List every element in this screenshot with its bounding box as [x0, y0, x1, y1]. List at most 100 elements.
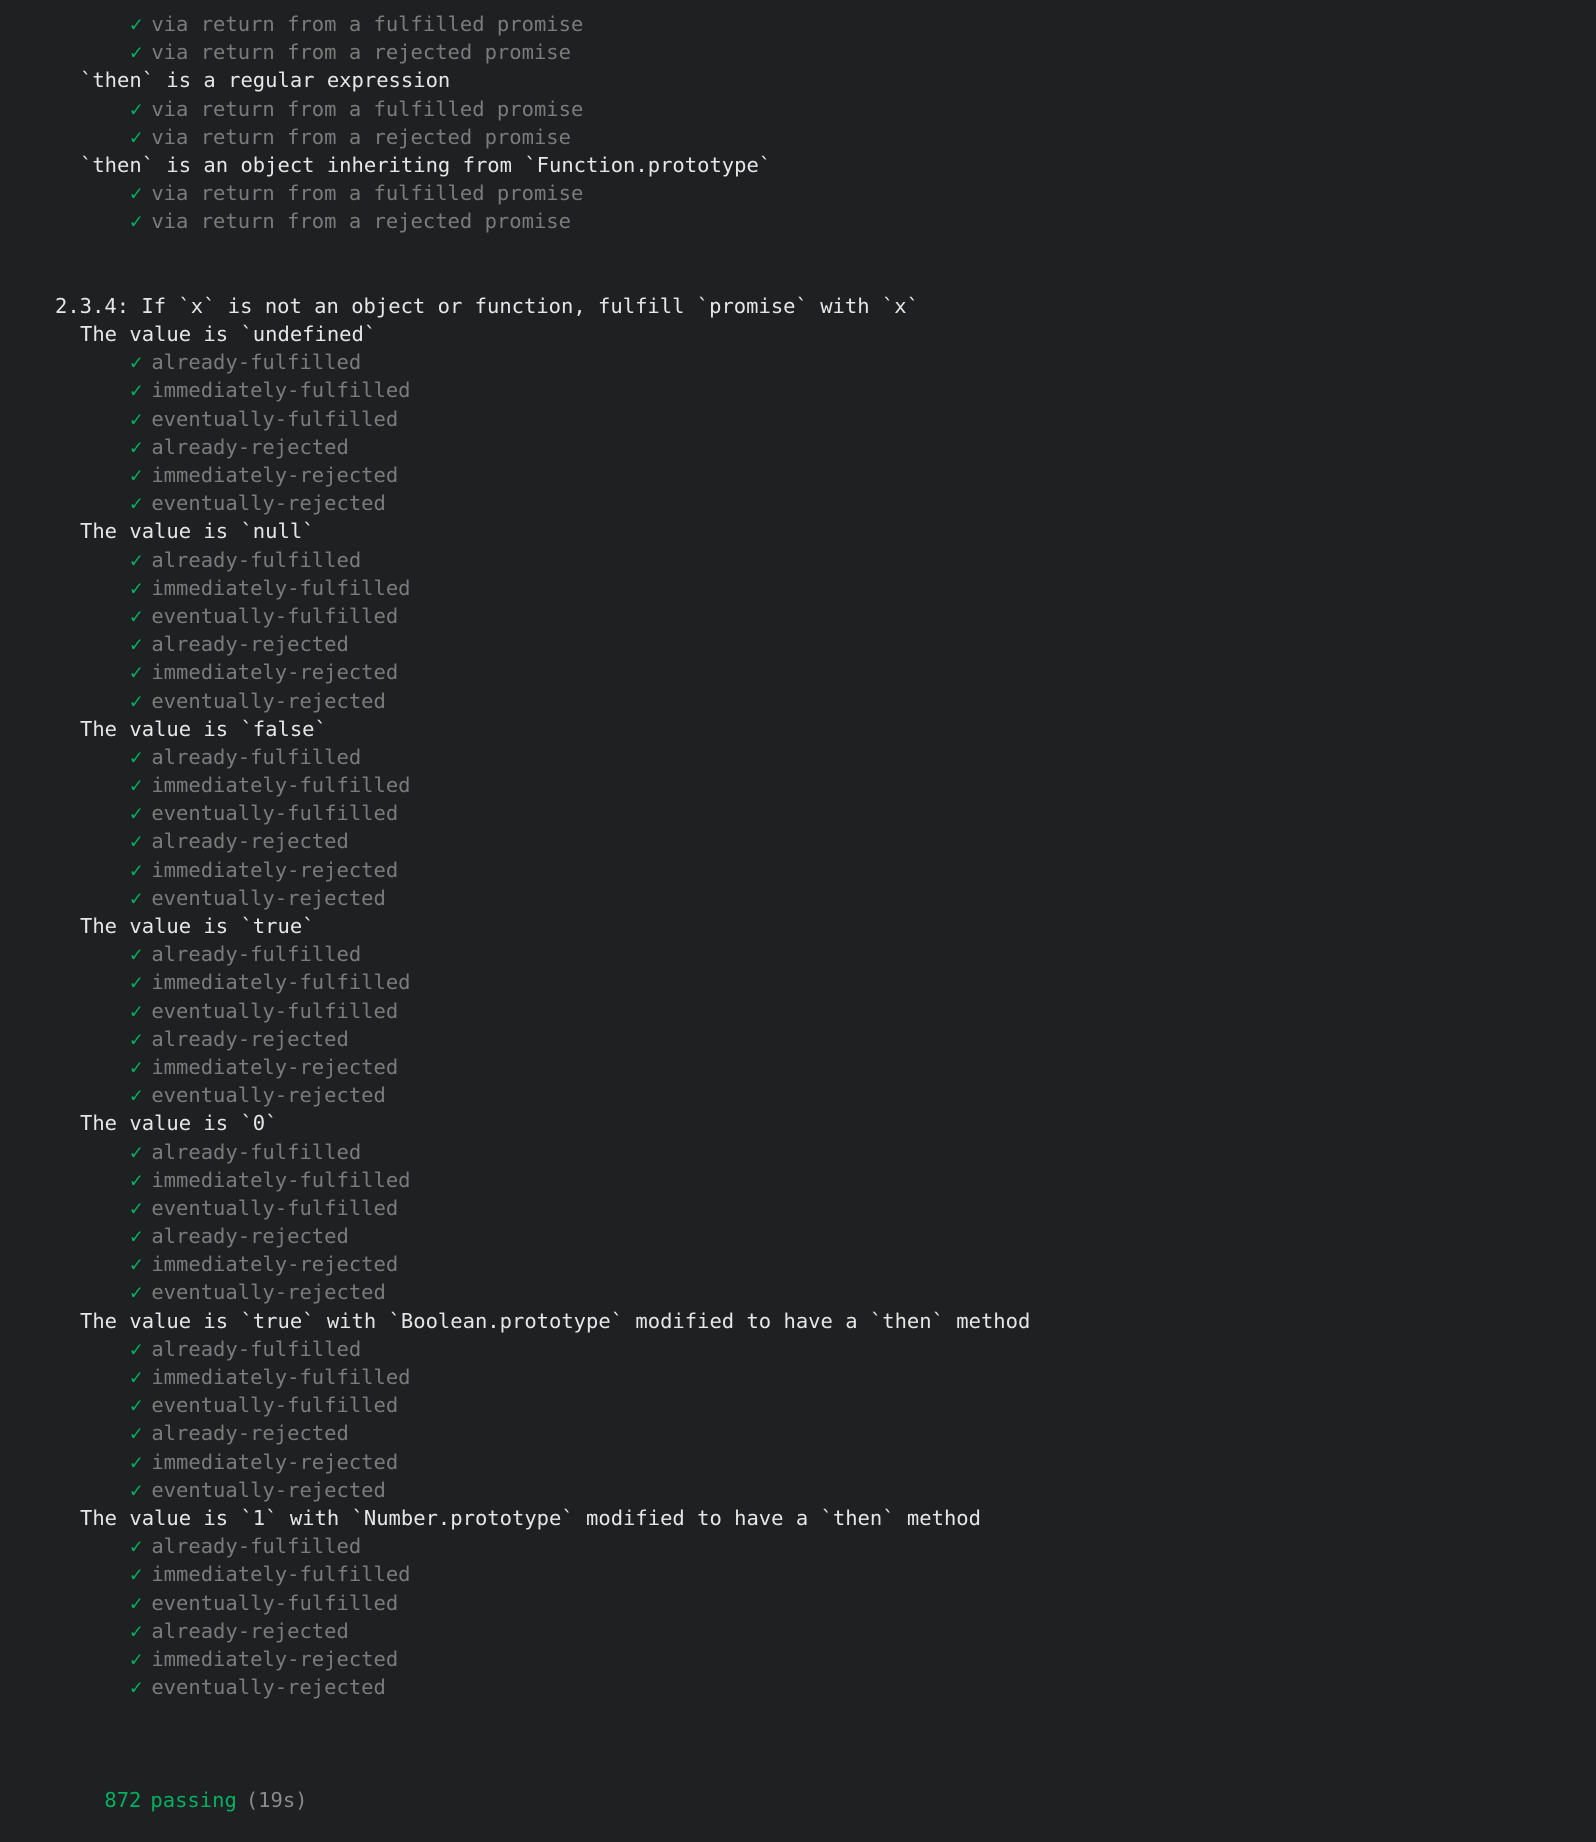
check-icon: ✓: [130, 1224, 143, 1249]
test-result-pass: ✓ eventually-fulfilled: [0, 997, 1596, 1025]
test-result-pass: ✓ eventually-fulfilled: [0, 602, 1596, 630]
check-icon: ✓: [130, 96, 143, 121]
test-result-pass: ✓ immediately-fulfilled: [0, 771, 1596, 799]
check-icon: ✓: [130, 1280, 143, 1305]
test-title: already-fulfilled: [151, 942, 362, 967]
test-result-pass: ✓ eventually-fulfilled: [0, 405, 1596, 433]
test-result-pass: ✓ eventually-rejected: [0, 1673, 1596, 1701]
test-title: eventually-fulfilled: [151, 1393, 399, 1418]
check-icon: ✓: [130, 1646, 143, 1671]
check-icon: ✓: [130, 773, 143, 798]
test-title: already-rejected: [151, 434, 349, 459]
test-title: already-fulfilled: [151, 744, 362, 769]
check-icon: ✓: [130, 998, 143, 1023]
check-icon: ✓: [130, 1477, 143, 1502]
test-summary: 872 passing (19s): [0, 1758, 1596, 1812]
check-icon: ✓: [130, 1083, 143, 1108]
test-result-pass: ✓ already-fulfilled: [0, 1138, 1596, 1166]
check-icon: ✓: [130, 1054, 143, 1079]
test-result-pass: ✓ eventually-fulfilled: [0, 1194, 1596, 1222]
test-title: already-rejected: [151, 1026, 349, 1051]
check-icon: ✓: [130, 632, 143, 657]
check-icon: ✓: [130, 12, 143, 36]
test-result-pass: ✓ already-rejected: [0, 1025, 1596, 1053]
test-result-pass: ✓ eventually-rejected: [0, 1081, 1596, 1109]
test-result-pass: ✓ immediately-rejected: [0, 1645, 1596, 1673]
test-title: eventually-rejected: [151, 1280, 386, 1305]
check-icon: ✓: [130, 124, 143, 149]
test-title: eventually-fulfilled: [151, 1590, 399, 1615]
suite-title-line: The value is `null`: [0, 517, 1596, 545]
check-icon: ✓: [130, 575, 143, 600]
check-icon: ✓: [130, 491, 143, 516]
test-result-pass: ✓ already-fulfilled: [0, 743, 1596, 771]
suite-title: `then` is a regular expression: [80, 68, 451, 93]
test-result-pass: ✓ already-rejected: [0, 1419, 1596, 1447]
suite-title: 2.3.4: If `x` is not an object or functi…: [55, 293, 919, 318]
test-title: eventually-fulfilled: [151, 801, 399, 826]
test-title: immediately-rejected: [151, 1252, 399, 1277]
test-result-pass: ✓ already-rejected: [0, 1222, 1596, 1250]
test-title: eventually-rejected: [151, 1477, 386, 1502]
suite-title-line: The value is `true`: [0, 912, 1596, 940]
test-title: already-rejected: [151, 829, 349, 854]
test-title: via return from a fulfilled promise: [151, 12, 584, 36]
test-title: via return from a rejected promise: [151, 209, 571, 234]
suite-title: The value is `false`: [80, 716, 327, 741]
test-title: already-fulfilled: [151, 1534, 362, 1559]
check-icon: ✓: [130, 1534, 143, 1559]
check-icon: ✓: [130, 1252, 143, 1277]
test-title: immediately-fulfilled: [151, 1365, 411, 1389]
test-result-pass: ✓ already-fulfilled: [0, 940, 1596, 968]
test-title: via return from a rejected promise: [151, 124, 571, 149]
test-result-pass: ✓ already-fulfilled: [0, 546, 1596, 574]
check-icon: ✓: [130, 406, 143, 431]
check-icon: ✓: [130, 1618, 143, 1643]
check-icon: ✓: [130, 744, 143, 769]
test-result-pass: ✓ eventually-rejected: [0, 489, 1596, 517]
check-icon: ✓: [130, 350, 143, 375]
suite-title: The value is `true` with `Boolean.protot…: [80, 1308, 1031, 1333]
test-title: immediately-fulfilled: [151, 1167, 411, 1192]
check-icon: ✓: [130, 1393, 143, 1418]
check-icon: ✓: [130, 829, 143, 854]
test-title: immediately-fulfilled: [151, 1562, 411, 1587]
test-result-pass: ✓ already-rejected: [0, 433, 1596, 461]
test-title: immediately-rejected: [151, 857, 399, 882]
check-icon: ✓: [130, 1675, 143, 1700]
test-title: already-fulfilled: [151, 350, 362, 375]
test-result-pass: ✓ immediately-rejected: [0, 658, 1596, 686]
test-title: already-rejected: [151, 1421, 349, 1446]
check-icon: ✓: [130, 1365, 143, 1389]
test-result-pass: ✓ via return from a rejected promise: [0, 38, 1596, 66]
test-title: already-rejected: [151, 632, 349, 657]
test-result-pass: ✓ immediately-fulfilled: [0, 968, 1596, 996]
check-icon: ✓: [130, 801, 143, 826]
test-result-pass: ✓ immediately-rejected: [0, 856, 1596, 884]
suite-title: The value is `1` with `Number.prototype`…: [80, 1505, 981, 1530]
run-duration: (19s): [245, 1787, 308, 1812]
suite-title: The value is `0`: [80, 1111, 278, 1136]
test-title: via return from a fulfilled promise: [151, 181, 584, 206]
test-title: eventually-rejected: [151, 688, 386, 713]
test-title: eventually-fulfilled: [151, 1195, 399, 1220]
test-result-pass: ✓ immediately-fulfilled: [0, 574, 1596, 602]
check-icon: ✓: [130, 603, 143, 628]
check-icon: ✓: [130, 434, 143, 459]
suite-title: The value is `null`: [80, 519, 315, 544]
suite-title: `then` is an object inheriting from `Fun…: [80, 152, 772, 177]
check-icon: ✓: [130, 40, 143, 65]
test-title: eventually-fulfilled: [151, 998, 399, 1023]
test-title: via return from a fulfilled promise: [151, 96, 584, 121]
test-result-pass: ✓ eventually-rejected: [0, 1476, 1596, 1504]
test-title: eventually-rejected: [151, 885, 386, 910]
check-icon: ✓: [130, 1026, 143, 1051]
check-icon: ✓: [130, 1421, 143, 1446]
check-icon: ✓: [130, 181, 143, 206]
test-result-pass: ✓ already-rejected: [0, 1617, 1596, 1645]
check-icon: ✓: [130, 970, 143, 995]
